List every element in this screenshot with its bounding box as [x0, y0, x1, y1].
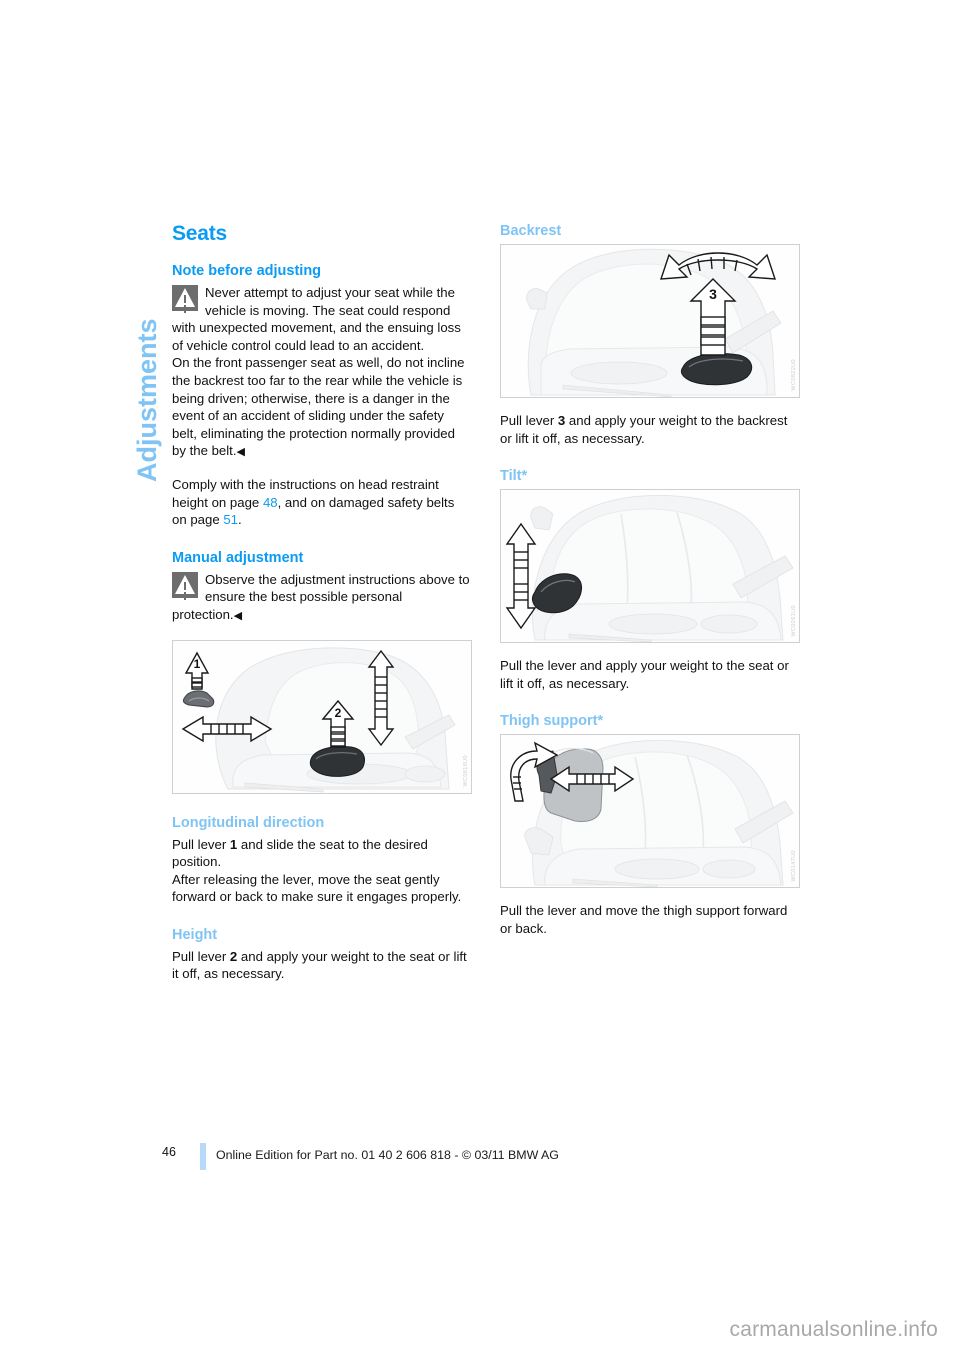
warning-text-manual: Observe the adjustment instructions abov… [172, 571, 472, 626]
heading-tilt: Tilt* [500, 468, 528, 485]
chapter-tab: Adjustments [131, 222, 165, 482]
comply-paragraph: Comply with the instructions on head res… [172, 476, 472, 529]
thigh-support-paragraph: Pull the lever and move the thigh suppor… [500, 903, 788, 936]
warning-note-paragraph-1: Never attempt to adjust your seat while … [172, 285, 461, 353]
heading-longitudinal-direction: Longitudinal direction [172, 814, 325, 831]
seat-backrest-figure: 3 WC0822U0 [500, 244, 800, 398]
heading-height: Height [172, 926, 218, 943]
seat-thigh-support-illustration [501, 735, 799, 888]
seat-thigh-support-figure: WC0147U0 [500, 734, 800, 889]
figure-callout-2: 2 [335, 706, 342, 720]
manual-page: Adjustments Seats Note before adjusting … [0, 0, 960, 1358]
end-mark-note: ◀ [236, 446, 245, 459]
site-watermark: carmanualsonline.info [729, 1318, 938, 1341]
tilt-paragraph: Pull the lever and apply your weight to … [500, 658, 789, 691]
warning-block-note: Never attempt to adjust your seat while … [172, 284, 472, 462]
left-column: Seats Note before adjusting Never attemp… [172, 222, 472, 983]
warning-text-note: Never attempt to adjust your seat while … [172, 284, 472, 462]
page-number: 46 [162, 1145, 176, 1159]
comply-text-3: . [238, 512, 242, 528]
page-title: Seats [172, 222, 228, 245]
warning-triangle-icon [172, 285, 198, 311]
height-paragraph: Pull lever 2 and apply your weight to th… [172, 948, 472, 983]
heading-thigh-support: Thigh support* [500, 713, 604, 730]
end-mark-manual: ◀ [233, 609, 243, 622]
figure-code-watermark: WC0261U0 [791, 604, 797, 637]
warning-manual-paragraph: Observe the adjustment instructions abov… [172, 571, 470, 622]
warning-note-paragraph-2: On the front passenger seat as well, do … [172, 355, 465, 459]
chapter-tab-label: Adjustments [132, 318, 162, 482]
warning-triangle-icon [172, 571, 198, 598]
heading-backrest: Backrest [500, 223, 562, 239]
height-text-a: Pull lever [172, 948, 230, 964]
seat-tilt-illustration [501, 490, 799, 643]
page-footer: 46 Online Edition for Part no. 01 40 2 6… [162, 1143, 792, 1173]
longitudinal-paragraph-2: After releasing the lever, move the seat… [172, 871, 462, 905]
longitudinal-text-a: Pull lever [172, 836, 230, 852]
page-reference-48[interactable]: 48 [263, 495, 278, 510]
warning-block-manual: Observe the adjustment instructions abov… [172, 571, 472, 626]
heading-note-before-adjusting: Note before adjusting [172, 263, 322, 279]
seat-tilt-figure: WC0261U0 [500, 489, 800, 644]
heading-manual-adjustment: Manual adjustment [172, 549, 304, 566]
figure-code-watermark: WC0822U0 [791, 359, 797, 391]
backrest-text-a: Pull lever [500, 413, 558, 428]
seat-backrest-illustration: 3 [501, 245, 799, 397]
page-reference-51[interactable]: 51 [223, 512, 238, 527]
right-column: Backrest 3 WC0822U0 Pull lever 3 and app… [500, 222, 800, 938]
seat-manual-adjustment-figure: 1 2 WC0816U0 [172, 639, 472, 794]
figure-code-watermark: WC0147U0 [791, 849, 797, 882]
footer-accent-bar [200, 1143, 206, 1170]
seat-manual-adjustment-illustration: 1 2 [173, 640, 471, 793]
longitudinal-paragraph-1: Pull lever 1 and slide the seat to the d… [172, 836, 472, 871]
figure-callout-1: 1 [194, 657, 201, 671]
backrest-paragraph: Pull lever 3 and apply your weight to th… [500, 412, 800, 447]
figure-code-watermark: WC0816U0 [463, 754, 469, 787]
footer-edition-text: Online Edition for Part no. 01 40 2 606 … [216, 1148, 559, 1162]
figure-callout-3: 3 [709, 286, 717, 302]
